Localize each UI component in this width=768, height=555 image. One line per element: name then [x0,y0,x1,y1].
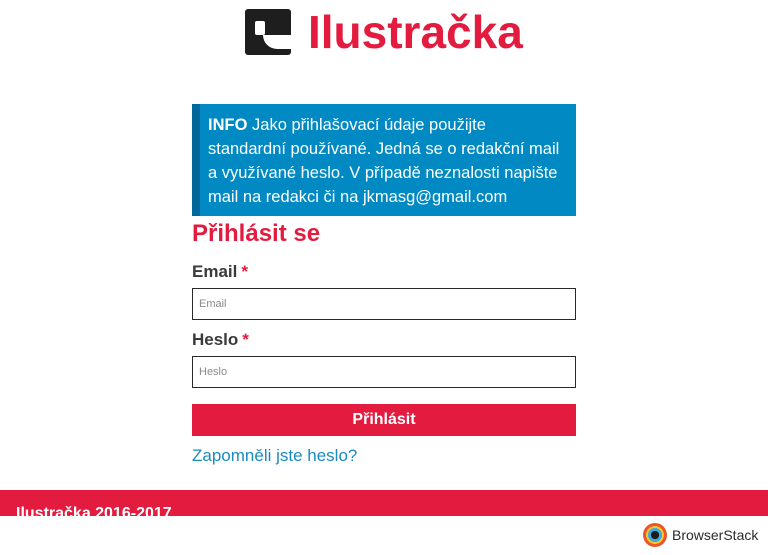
email-label: Email * [192,262,248,281]
info-box: INFO Jako přihlašovací údaje použijte st… [192,104,576,216]
login-button[interactable]: Přihlásit [192,404,576,436]
login-form-title: Přihlásit se [192,220,321,247]
email-input[interactable] [192,288,576,320]
password-input[interactable] [192,356,576,388]
email-required-marker: * [241,262,248,281]
browserstack-logo-icon [643,523,667,547]
site-header: Ilustračka [0,0,768,70]
browserstack-label: BrowserStack [672,527,759,543]
forgot-password-link[interactable]: Zapomněli jste heslo? [192,446,357,466]
info-label: INFO [208,116,248,134]
password-label: Heslo * [192,330,249,349]
site-brand-title[interactable]: Ilustračka [308,6,523,58]
password-required-marker: * [242,330,249,349]
info-text: Jako přihlašovací údaje použijte standar… [208,116,560,206]
browserstack-bar: BrowserStack [0,516,768,555]
ilustracka-logo-icon[interactable] [245,9,291,55]
